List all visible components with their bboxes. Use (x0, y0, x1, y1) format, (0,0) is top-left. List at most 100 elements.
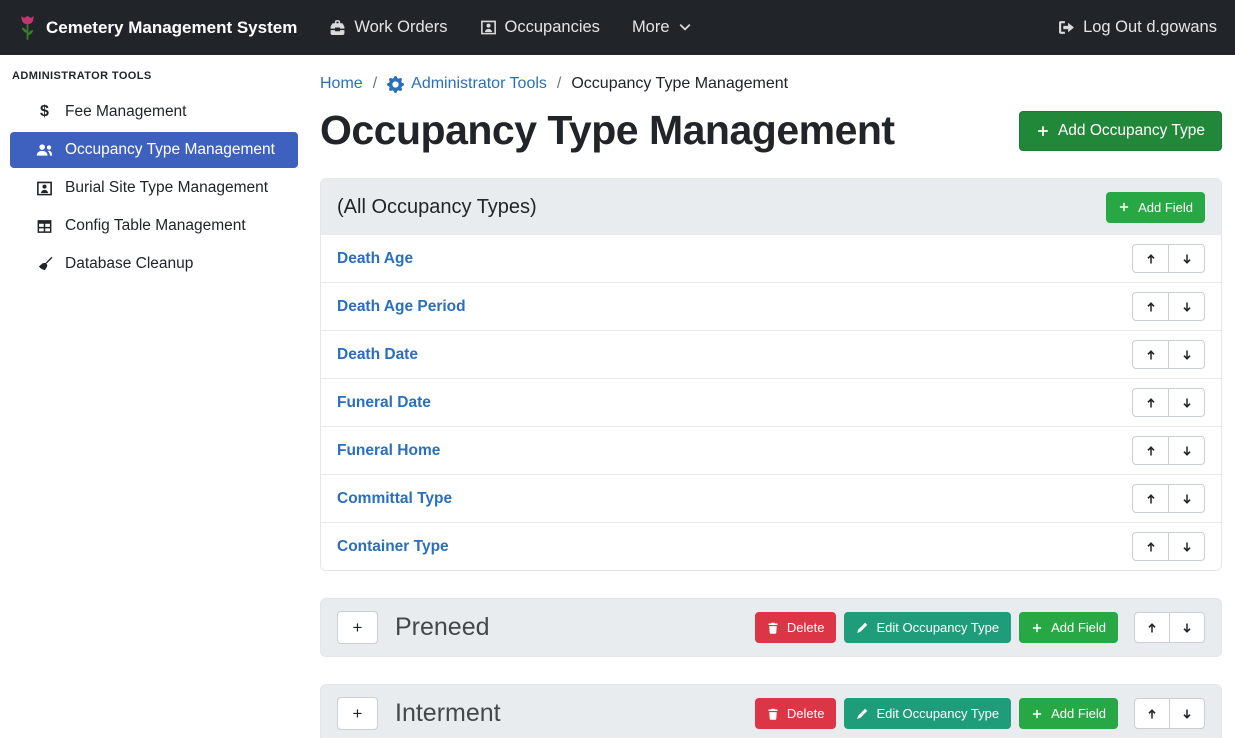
sidebar-item-config-table-management[interactable]: Config Table Management (10, 208, 298, 244)
field-link[interactable]: Container Type (337, 538, 449, 556)
nav-item-label: More (632, 18, 670, 37)
move-up-button[interactable] (1132, 532, 1169, 561)
sidebar: ADMINISTRATOR TOOLS $ Fee Management Occ… (0, 55, 308, 738)
sidebar-item-occupancy-type-management[interactable]: Occupancy Type Management (10, 132, 298, 168)
field-link[interactable]: Death Date (337, 346, 418, 364)
add-field-label: Add Field (1051, 620, 1106, 635)
move-up-button[interactable] (1132, 388, 1169, 417)
nav-item-label: Work Orders (354, 18, 447, 37)
arrow-up-icon (1146, 708, 1158, 720)
field-row: Funeral Home (321, 426, 1221, 474)
add-field-button[interactable]: Add Field (1106, 192, 1205, 223)
arrow-up-icon (1146, 622, 1158, 634)
expand-section-button[interactable]: + (337, 697, 378, 730)
breadcrumb-home-link[interactable]: Home (320, 75, 363, 93)
field-row: Container Type (321, 522, 1221, 570)
move-down-button[interactable] (1168, 532, 1205, 561)
section-title: Interment (395, 699, 501, 728)
top-navbar: Cemetery Management System Work Orders O… (0, 0, 1235, 55)
plus-icon (1031, 708, 1043, 720)
add-field-button[interactable]: Add Field (1019, 612, 1118, 643)
dollar-icon: $ (35, 104, 54, 120)
arrow-up-icon (1145, 253, 1157, 265)
move-up-button[interactable] (1134, 698, 1170, 729)
nav-item-more[interactable]: More (632, 18, 692, 37)
app-brand[interactable]: Cemetery Management System (18, 15, 297, 41)
arrow-down-icon (1181, 397, 1193, 409)
delete-button[interactable]: Delete (755, 612, 837, 643)
move-down-button[interactable] (1168, 484, 1205, 513)
field-link[interactable]: Death Age Period (337, 298, 466, 316)
arrow-down-icon (1181, 541, 1193, 553)
add-occupancy-type-button[interactable]: Add Occupancy Type (1019, 111, 1222, 151)
trash-icon (767, 708, 779, 720)
add-field-button[interactable]: Add Field (1019, 698, 1118, 729)
occupancy-type-section-interment: + Interment Delete Edit Occupancy Type A… (320, 684, 1222, 738)
chevron-down-icon (678, 21, 692, 35)
delete-label: Delete (787, 706, 825, 721)
breadcrumb-separator: / (557, 75, 561, 93)
reorder-controls (1132, 244, 1205, 273)
field-link[interactable]: Death Age (337, 250, 413, 268)
breadcrumb-separator: / (373, 75, 377, 93)
delete-button[interactable]: Delete (755, 698, 837, 729)
logout-label: Log Out d.gowans (1083, 18, 1217, 37)
logout-button[interactable]: Log Out d.gowans (1058, 18, 1217, 37)
field-link[interactable]: Committal Type (337, 490, 452, 508)
move-up-button[interactable] (1132, 292, 1169, 321)
arrow-up-icon (1145, 349, 1157, 361)
move-up-button[interactable] (1132, 340, 1169, 369)
nav-item-work-orders[interactable]: Work Orders (329, 18, 447, 37)
move-down-button[interactable] (1168, 388, 1205, 417)
plus-icon (1118, 201, 1130, 213)
move-down-button[interactable] (1169, 612, 1205, 643)
arrow-up-icon (1145, 397, 1157, 409)
trash-icon (767, 622, 779, 634)
arrow-down-icon (1181, 708, 1193, 720)
nav-item-occupancies[interactable]: Occupancies (480, 18, 600, 37)
move-up-button[interactable] (1132, 436, 1169, 465)
add-field-label: Add Field (1051, 706, 1106, 721)
reorder-controls (1132, 292, 1205, 321)
move-up-button[interactable] (1134, 612, 1170, 643)
sidebar-item-label: Config Table Management (65, 217, 246, 235)
sidebar-item-fee-management[interactable]: $ Fee Management (10, 94, 298, 130)
table-icon (35, 218, 54, 235)
section-title: Preneed (395, 613, 490, 642)
pencil-icon (856, 622, 868, 634)
reorder-controls (1132, 532, 1205, 561)
move-down-button[interactable] (1168, 292, 1205, 321)
sidebar-item-label: Burial Site Type Management (65, 179, 268, 197)
sidebar-heading: ADMINISTRATOR TOOLS (0, 57, 308, 92)
move-down-button[interactable] (1168, 244, 1205, 273)
breadcrumb-admin-tools-link[interactable]: Administrator Tools (387, 75, 547, 93)
field-link[interactable]: Funeral Date (337, 394, 431, 412)
all-occupancy-types-title: (All Occupancy Types) (337, 196, 537, 219)
all-occupancy-types-header: (All Occupancy Types) Add Field (321, 179, 1221, 235)
edit-occupancy-type-button[interactable]: Edit Occupancy Type (844, 612, 1011, 643)
delete-label: Delete (787, 620, 825, 635)
move-down-button[interactable] (1169, 698, 1205, 729)
edit-occupancy-type-button[interactable]: Edit Occupancy Type (844, 698, 1011, 729)
sidebar-item-burial-site-type-management[interactable]: Burial Site Type Management (10, 170, 298, 206)
arrow-up-icon (1145, 493, 1157, 505)
breadcrumb-current: Occupancy Type Management (571, 75, 788, 93)
arrow-up-icon (1145, 301, 1157, 313)
arrow-down-icon (1181, 349, 1193, 361)
arrow-up-icon (1145, 445, 1157, 457)
move-up-button[interactable] (1132, 484, 1169, 513)
sign-out-icon (1058, 19, 1075, 36)
expand-section-button[interactable]: + (337, 611, 378, 644)
arrow-down-icon (1181, 253, 1193, 265)
move-down-button[interactable] (1168, 436, 1205, 465)
arrow-down-icon (1181, 301, 1193, 313)
sidebar-item-database-cleanup[interactable]: Database Cleanup (10, 246, 298, 282)
occupancy-type-section-preneed: + Preneed Delete Edit Occupancy Type Add… (320, 598, 1222, 657)
edit-label: Edit Occupancy Type (876, 706, 999, 721)
field-link[interactable]: Funeral Home (337, 442, 440, 460)
gear-icon (387, 76, 404, 93)
move-down-button[interactable] (1168, 340, 1205, 369)
edit-label: Edit Occupancy Type (876, 620, 999, 635)
move-up-button[interactable] (1132, 244, 1169, 273)
plus-icon (1036, 124, 1050, 138)
